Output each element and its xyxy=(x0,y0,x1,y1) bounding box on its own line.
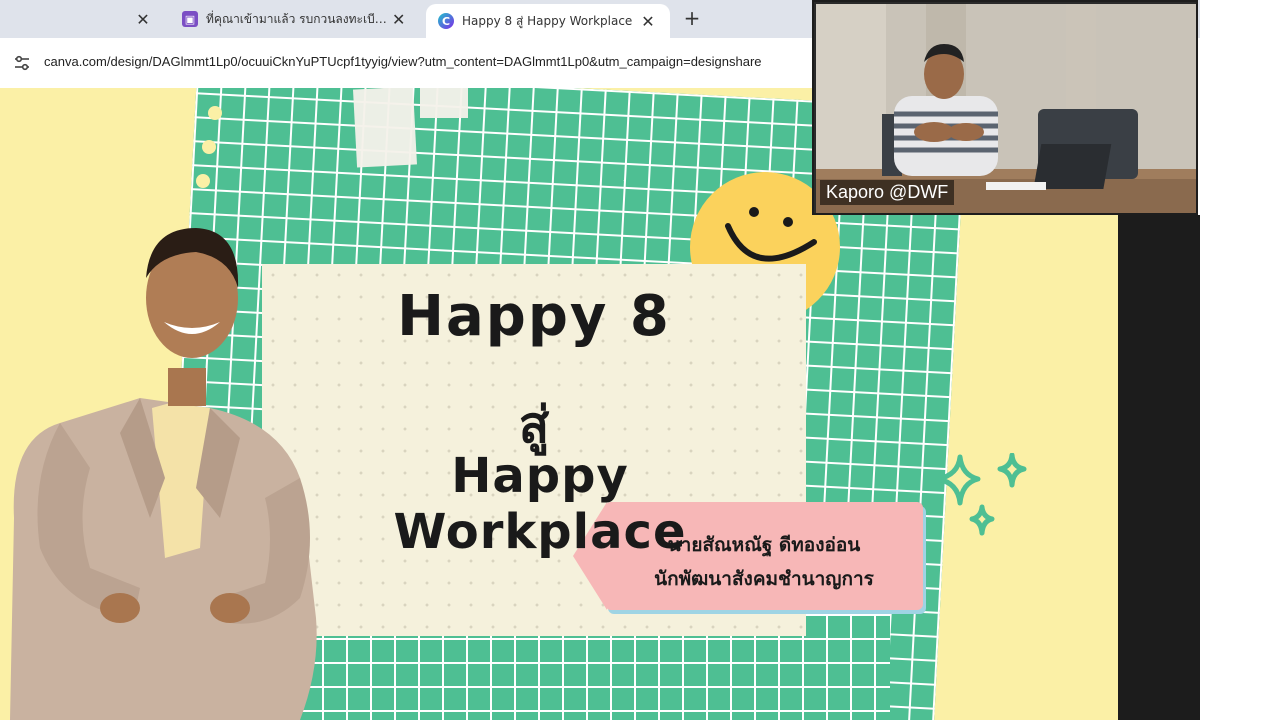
workspace-icon: ▣ xyxy=(182,11,198,27)
binder-hole xyxy=(202,140,216,154)
binder-hole xyxy=(196,174,210,188)
close-icon[interactable]: ✕ xyxy=(133,10,153,29)
participant-name-label: Kaporo @DWF xyxy=(820,180,955,205)
close-icon[interactable]: ✕ xyxy=(638,12,658,31)
browser-tab-1[interactable]: ✕ xyxy=(0,4,165,34)
presenter-role: นักพัฒนาสังคมชำนาญการ xyxy=(654,568,874,590)
new-tab-button[interactable]: + xyxy=(682,6,702,30)
sparkle-icon xyxy=(935,453,1027,536)
tab-title: ที่คุณาเข้ามาแล้ว รบกวนลงทะเบียนอีก xyxy=(206,11,390,26)
screen-edge xyxy=(1118,215,1200,720)
url-field[interactable]: canva.com/design/DAGlmmt1Lp0/ocuuiCknYuP… xyxy=(44,54,824,69)
slide-title-line-1: Happy 8 xyxy=(397,284,671,349)
tab-title: Happy 8 สู่ Happy Workplace xyxy=(462,13,633,28)
site-info-icon[interactable] xyxy=(12,53,32,73)
presenter-name: นายสัณหณัฐ ดีทองอ่อน xyxy=(667,534,861,556)
browser-tab-2[interactable]: ▣ ที่คุณาเข้ามาแล้ว รบกวนลงทะเบียนอีก ✕ xyxy=(170,4,420,34)
tape-decoration xyxy=(353,88,417,168)
binder-hole xyxy=(208,106,222,120)
canva-icon: C xyxy=(438,13,454,29)
tape-decoration xyxy=(420,88,468,118)
browser-tab-active[interactable]: C Happy 8 สู่ Happy Workplace ✕ xyxy=(426,4,670,38)
close-icon[interactable]: ✕ xyxy=(390,10,409,29)
